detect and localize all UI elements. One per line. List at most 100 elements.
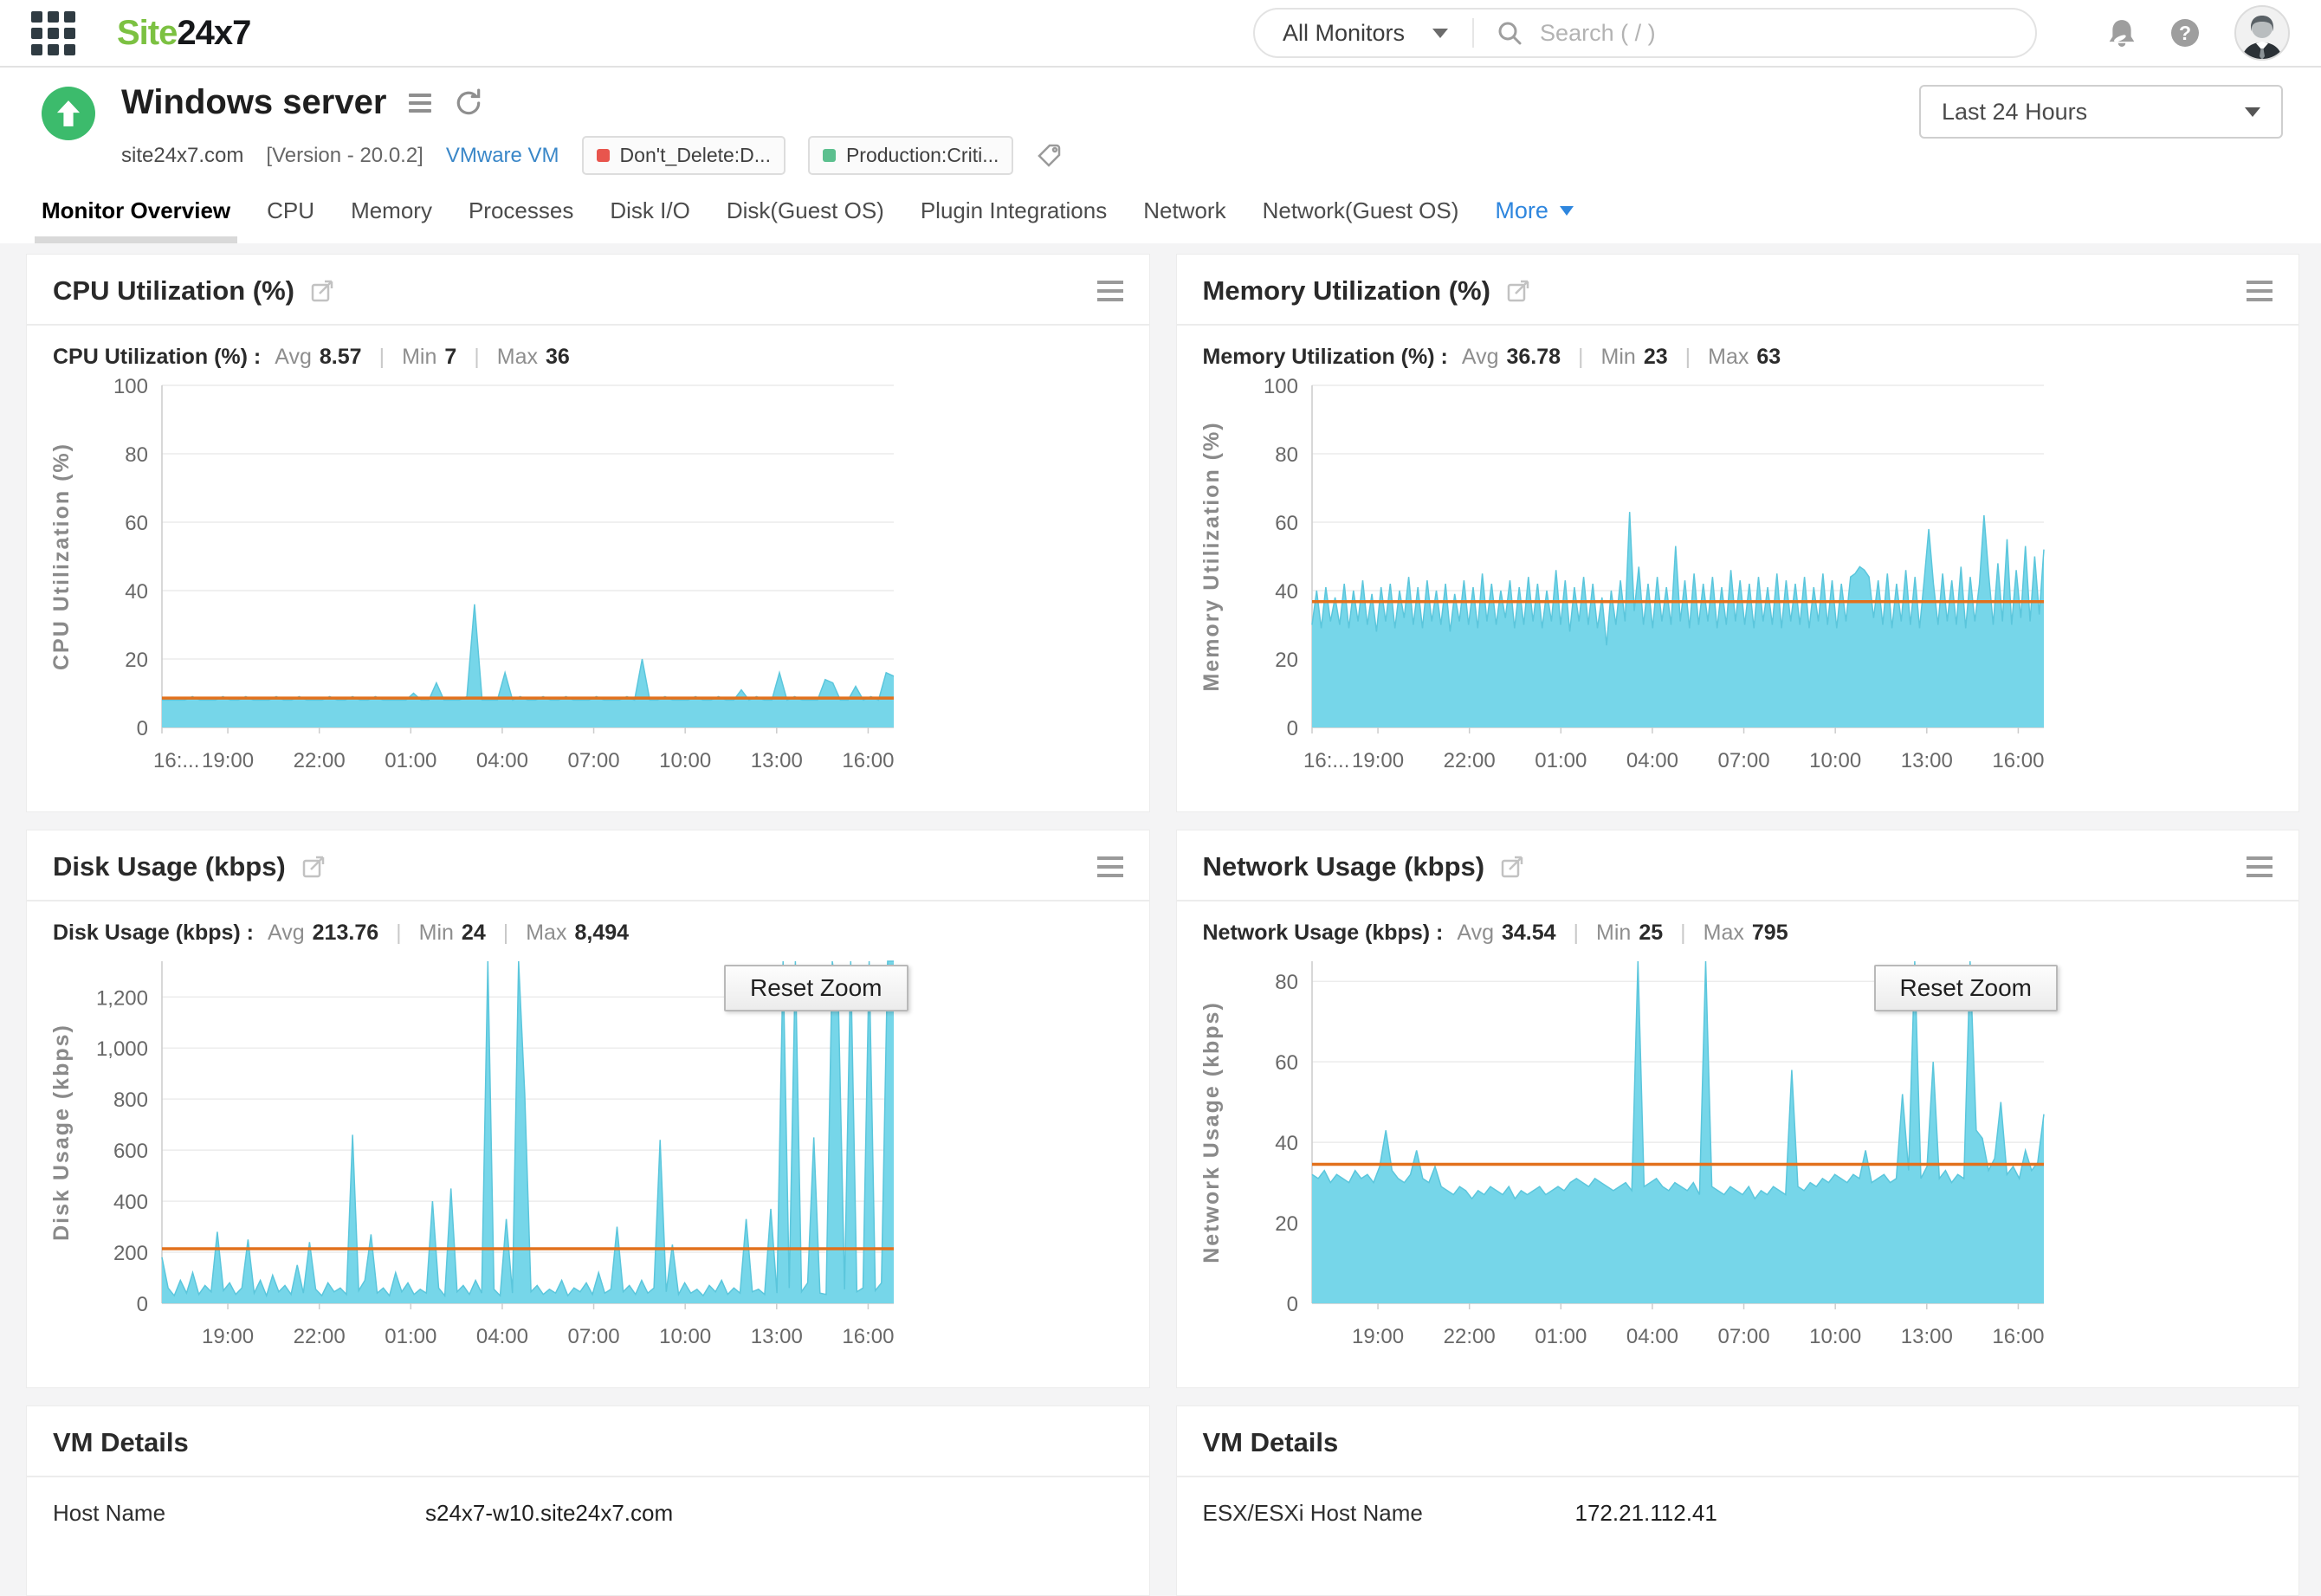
max-label: Max (526, 921, 567, 945)
chart-menu-icon[interactable] (1096, 281, 1123, 301)
chevron-down-icon (2245, 107, 2260, 117)
refresh-icon[interactable] (454, 88, 483, 118)
vm-detail-label: ESX/ESXi Host Name (1202, 1500, 1423, 1526)
chart-menu-icon[interactable] (2247, 856, 2273, 877)
min-value: 25 (1639, 921, 1664, 945)
tab-processes[interactable]: Processes (469, 197, 573, 243)
svg-text:800: 800 (113, 1089, 148, 1112)
memory-utilization-chart[interactable]: 0 20 40 60 80 100 16:... 19:00 22:00 01:00 04:00 07… (1182, 375, 2057, 786)
svg-text:?: ? (2179, 22, 2191, 44)
svg-text:40: 40 (1275, 580, 1298, 604)
monitor-tag[interactable]: Don't_Delete:D... (581, 136, 786, 175)
tab-network-guest-os[interactable]: Network(Guest OS) (1263, 197, 1459, 243)
tab-monitor-overview[interactable]: Monitor Overview (34, 197, 238, 243)
metric-label: Memory Utilization (%) : (1202, 345, 1448, 369)
tab-disk-guest-os[interactable]: Disk(Guest OS) (727, 197, 884, 243)
avg-label: Avg (1457, 921, 1494, 945)
reset-zoom-button[interactable]: Reset Zoom (1873, 965, 2058, 1011)
svg-text:13:00: 13:00 (1900, 749, 1952, 772)
separator: | (502, 921, 509, 945)
max-value: 63 (1756, 345, 1781, 369)
cpu-utilization-chart[interactable]: 0 20 40 60 80 100 16:... 19:00 22:00 01:00 04:00 07… (32, 375, 907, 786)
tab-network[interactable]: Network (1143, 197, 1225, 243)
apps-grid-icon[interactable] (31, 10, 75, 55)
svg-text:40: 40 (1275, 1132, 1298, 1155)
chart-title: Memory Utilization (%) (1202, 275, 1490, 306)
logo-24x7-text: 24x7 (177, 13, 251, 52)
svg-text:0: 0 (1286, 717, 1297, 740)
user-avatar[interactable] (2234, 5, 2290, 61)
tag-icon[interactable] (1036, 143, 1062, 169)
min-label: Min (418, 921, 454, 945)
svg-text:100: 100 (113, 375, 148, 398)
svg-text:Network Usage (kbps): Network Usage (kbps) (1199, 1001, 1224, 1263)
chart-stats: CPU Utilization (%) : Avg 8.57 | Min 7 |… (27, 326, 1149, 372)
svg-text:07:00: 07:00 (1717, 1325, 1769, 1348)
time-range-select[interactable]: Last 24 Hours (1919, 85, 2283, 139)
min-label: Min (402, 345, 437, 369)
search-input[interactable] (1538, 18, 2013, 48)
global-search-pill: All Monitors (1253, 8, 2037, 58)
expand-chart-icon[interactable] (1500, 855, 1524, 879)
monitor-tag[interactable]: Production:Criti... (807, 136, 1014, 175)
avg-value: 8.57 (319, 345, 362, 369)
svg-text:04:00: 04:00 (1626, 749, 1678, 772)
svg-text:07:00: 07:00 (1717, 749, 1769, 772)
chart-menu-icon[interactable] (2247, 281, 2273, 301)
svg-text:0: 0 (1286, 1293, 1297, 1316)
expand-chart-icon[interactable] (310, 279, 334, 303)
vmware-vm-link[interactable]: VMware VM (446, 144, 559, 168)
svg-text:01:00: 01:00 (385, 749, 436, 772)
monitor-scope-label: All Monitors (1283, 19, 1406, 46)
tab-cpu[interactable]: CPU (267, 197, 314, 243)
max-label: Max (1708, 345, 1749, 369)
tab-more[interactable]: More (1495, 197, 1574, 243)
separator: | (474, 345, 480, 369)
svg-text:07:00: 07:00 (568, 1325, 620, 1348)
tab-plugin-integrations[interactable]: Plugin Integrations (921, 197, 1107, 243)
chart-title: CPU Utilization (%) (53, 275, 294, 306)
avg-value: 213.76 (312, 921, 379, 945)
notifications-bell-icon[interactable] (2108, 18, 2136, 48)
svg-text:0: 0 (137, 1293, 148, 1316)
tab-disk-io[interactable]: Disk I/O (610, 197, 689, 243)
max-value: 8,494 (574, 921, 630, 945)
svg-text:19:00: 19:00 (202, 749, 254, 772)
avg-value: 36.78 (1506, 345, 1561, 369)
chart-menu-icon[interactable] (1096, 856, 1123, 877)
monitor-menu-icon[interactable] (409, 93, 432, 113)
max-label: Max (1703, 921, 1744, 945)
svg-text:16:00: 16:00 (842, 1325, 894, 1348)
svg-text:01:00: 01:00 (385, 1325, 436, 1348)
disk-usage-chart[interactable]: 0 200 400 600 800 1,000 1,200 19:00 22:00 01:00 04… (32, 951, 907, 1362)
vm-detail-value: 172.21.112.41 (1574, 1500, 1717, 1526)
svg-text:100: 100 (1263, 375, 1297, 398)
svg-text:13:00: 13:00 (1900, 1325, 1952, 1348)
svg-text:19:00: 19:00 (1352, 1325, 1404, 1348)
separator: | (1680, 921, 1686, 945)
search-icon (1498, 22, 1522, 45)
expand-chart-icon[interactable] (1506, 279, 1530, 303)
monitor-scope-dropdown[interactable]: All Monitors (1255, 20, 1472, 47)
expand-chart-icon[interactable] (301, 855, 326, 879)
svg-text:400: 400 (113, 1191, 148, 1214)
reset-zoom-button[interactable]: Reset Zoom (724, 965, 908, 1011)
help-icon[interactable]: ? (2170, 18, 2200, 48)
metric-label: CPU Utilization (%) : (53, 345, 262, 369)
monitor-header: Windows server site24x7.com [Version - 2… (0, 68, 2321, 175)
chart-stats: Memory Utilization (%) : Avg 36.78 | Min… (1177, 326, 2299, 372)
vm-detail-row: ESX/ESXi Host Name 172.21.112.41 (1177, 1477, 2299, 1549)
svg-text:60: 60 (1275, 512, 1298, 535)
max-label: Max (496, 345, 539, 369)
svg-text:22:00: 22:00 (294, 1325, 346, 1348)
avg-label: Avg (268, 921, 305, 945)
svg-text:600: 600 (113, 1140, 148, 1163)
min-value: 7 (444, 345, 457, 369)
svg-text:0: 0 (137, 717, 148, 740)
tab-memory[interactable]: Memory (351, 197, 432, 243)
vm-detail-label: Host Name (53, 1500, 166, 1526)
svg-text:1,200: 1,200 (96, 986, 148, 1010)
monitor-version: [Version - 20.0.2] (266, 143, 423, 167)
memory-utilization-card: Memory Utilization (%) Memory Utilizatio… (1175, 254, 2299, 812)
network-usage-chart[interactable]: 0 20 40 60 80 19:00 22:00 01:00 04:00 07:00 10:00 1… (1182, 951, 2057, 1362)
